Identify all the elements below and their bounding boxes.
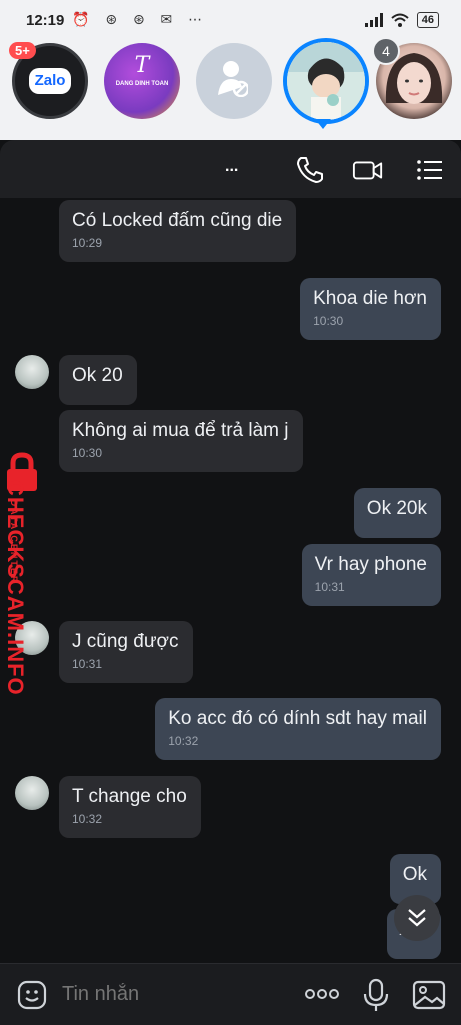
signal-icon (364, 13, 383, 27)
blocked-user-icon (218, 61, 248, 97)
system-icons: 46 (364, 12, 439, 28)
message-time: 10:32 (72, 812, 103, 826)
video-camera-icon[interactable] (352, 154, 384, 186)
message-text: J cũng được (72, 631, 179, 652)
message-time: 10:30 (72, 446, 103, 460)
message-text: Khoa die hơn (313, 288, 427, 309)
message-bubble-incoming[interactable]: J cũng được 10:31 (59, 621, 193, 683)
message-bubble-incoming[interactable]: Ok 20 (59, 355, 137, 405)
more-options-icon[interactable] (302, 978, 342, 1010)
message-text: Không ai mua để trả làm j (72, 420, 289, 441)
message-composer (0, 963, 461, 1025)
message-time: 10:29 (72, 236, 103, 250)
double-chevron-down-icon (408, 909, 426, 927)
message-text: Có Locked đấm cũng die (72, 210, 283, 231)
message-bubble-incoming[interactable]: T change cho 10:32 (59, 776, 201, 838)
sender-avatar[interactable] (15, 776, 49, 810)
chat-head-zalo[interactable]: Zalo 5+ (9, 42, 88, 119)
status-time: 12:19 (26, 12, 65, 29)
chat-heads-bar: Zalo 5+ T DANG DINH TOAN 4 (0, 37, 461, 140)
message-text: Ok 20 (72, 365, 123, 386)
message-time: 10:32 (168, 734, 199, 748)
battery-indicator: 46 (416, 12, 439, 28)
chat-head-active[interactable] (283, 38, 369, 124)
message-text: Ko acc đó có dính sdt hay mail (168, 708, 427, 729)
message-time: 10:31 (72, 657, 103, 671)
chat-title: ... (225, 158, 239, 175)
shop-logo-caption: DANG DINH TOAN (115, 81, 169, 87)
message-text: Ok (402, 864, 427, 885)
message-text: T change cho (72, 786, 187, 807)
sticker-icon[interactable] (16, 979, 48, 1011)
chat-head-shop[interactable]: T DANG DINH TOAN (104, 43, 180, 119)
menu-list-icon[interactable] (414, 154, 446, 186)
message-bubble-incoming[interactable]: Không ai mua để trả làm j 10:30 (59, 410, 303, 472)
watermark: DATA CENTER CHECKSCAM.INFO (0, 452, 48, 696)
message-text: Ok 20k (366, 498, 427, 519)
message-time: 10:31 (314, 580, 345, 594)
zalo-logo: Zalo (29, 68, 71, 94)
message-bubble-incoming[interactable]: Có Locked đấm cũng die 10:29 (59, 200, 297, 262)
message-time: 10:30 (313, 314, 344, 328)
microphone-icon[interactable] (362, 978, 390, 1012)
message-input[interactable] (60, 982, 284, 1007)
chat-head-blocked[interactable] (196, 43, 272, 119)
message-list[interactable]: Có Locked đấm cũng die 10:29 Khoa die hơ… (0, 198, 461, 963)
chat-header: ... (0, 140, 461, 198)
unread-badge: 4 (372, 37, 400, 65)
unread-badge: 5+ (9, 42, 36, 59)
message-bubble-outgoing[interactable]: Ok 20k (353, 488, 441, 538)
chat-head-contact[interactable]: 4 (372, 37, 452, 119)
phone-icon[interactable] (294, 154, 326, 186)
wifi-icon (391, 13, 409, 27)
watermark-title: CHECKSCAM.INFO (3, 480, 28, 696)
notification-icons: ⏰ ⊛ ⊛ ✉ ⋯ (72, 11, 209, 27)
shop-logo-letter: T (134, 53, 150, 78)
message-text: Vr hay phone (314, 554, 427, 575)
scroll-to-bottom-button[interactable] (394, 895, 440, 941)
status-bar: 12:19 ⏰ ⊛ ⊛ ✉ ⋯ 46 (0, 0, 461, 40)
message-bubble-outgoing[interactable]: Ko acc đó có dính sdt hay mail 10:32 (155, 698, 441, 760)
anime-avatar-icon (287, 42, 365, 120)
sender-avatar[interactable] (15, 355, 49, 389)
active-chat-pointer (315, 119, 331, 129)
message-bubble-outgoing[interactable]: Khoa die hơn 10:30 (300, 278, 441, 340)
message-bubble-outgoing[interactable]: Vr hay phone 10:31 (301, 544, 441, 606)
image-icon[interactable] (412, 978, 446, 1012)
